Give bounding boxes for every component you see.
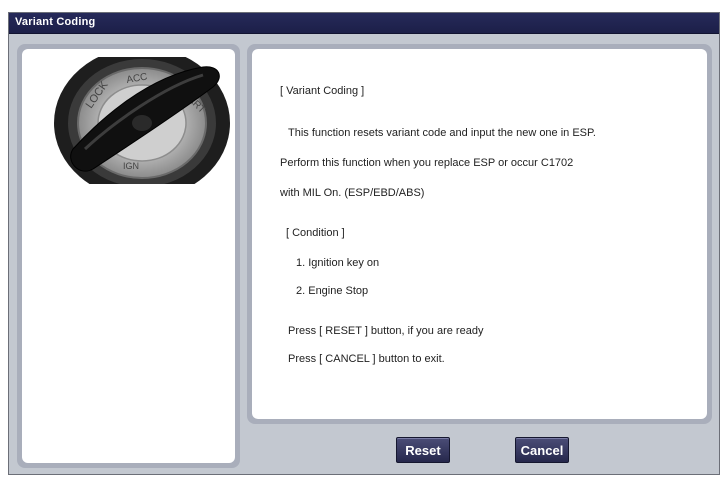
window-title: Variant Coding — [15, 16, 96, 28]
image-panel-inner: LOCK ACC START IGN — [22, 49, 235, 463]
info-heading: [ Variant Coding ] — [280, 85, 365, 97]
info-description-line-1: This function resets variant code and in… — [288, 127, 596, 139]
image-panel: LOCK ACC START IGN — [17, 44, 240, 468]
svg-text:IGN: IGN — [123, 161, 139, 171]
reset-button[interactable]: Reset — [396, 437, 450, 463]
condition-heading: [ Condition ] — [286, 227, 345, 239]
info-description-line-2: Perform this function when you replace E… — [280, 157, 574, 169]
info-description-line-3: with MIL On. (ESP/EBD/ABS) — [280, 187, 425, 199]
condition-item: 2. Engine Stop — [296, 285, 369, 297]
info-panel-inner: [ Variant Coding ] This function resets … — [252, 49, 707, 419]
press-reset-hint: Press [ RESET ] button, if you are ready — [288, 325, 484, 337]
condition-item: 1. Ignition key on — [296, 257, 380, 269]
ignition-key-icon: LOCK ACC START IGN — [53, 57, 231, 184]
press-cancel-hint: Press [ CANCEL ] button to exit. — [288, 353, 445, 365]
cancel-button[interactable]: Cancel — [515, 437, 569, 463]
title-bar: Variant Coding — [9, 13, 719, 34]
variant-coding-window: Variant Coding LOCK ACC IGN [Variant Co… — [8, 12, 720, 475]
info-panel: [ Variant Coding ] This function resets … — [247, 44, 712, 424]
